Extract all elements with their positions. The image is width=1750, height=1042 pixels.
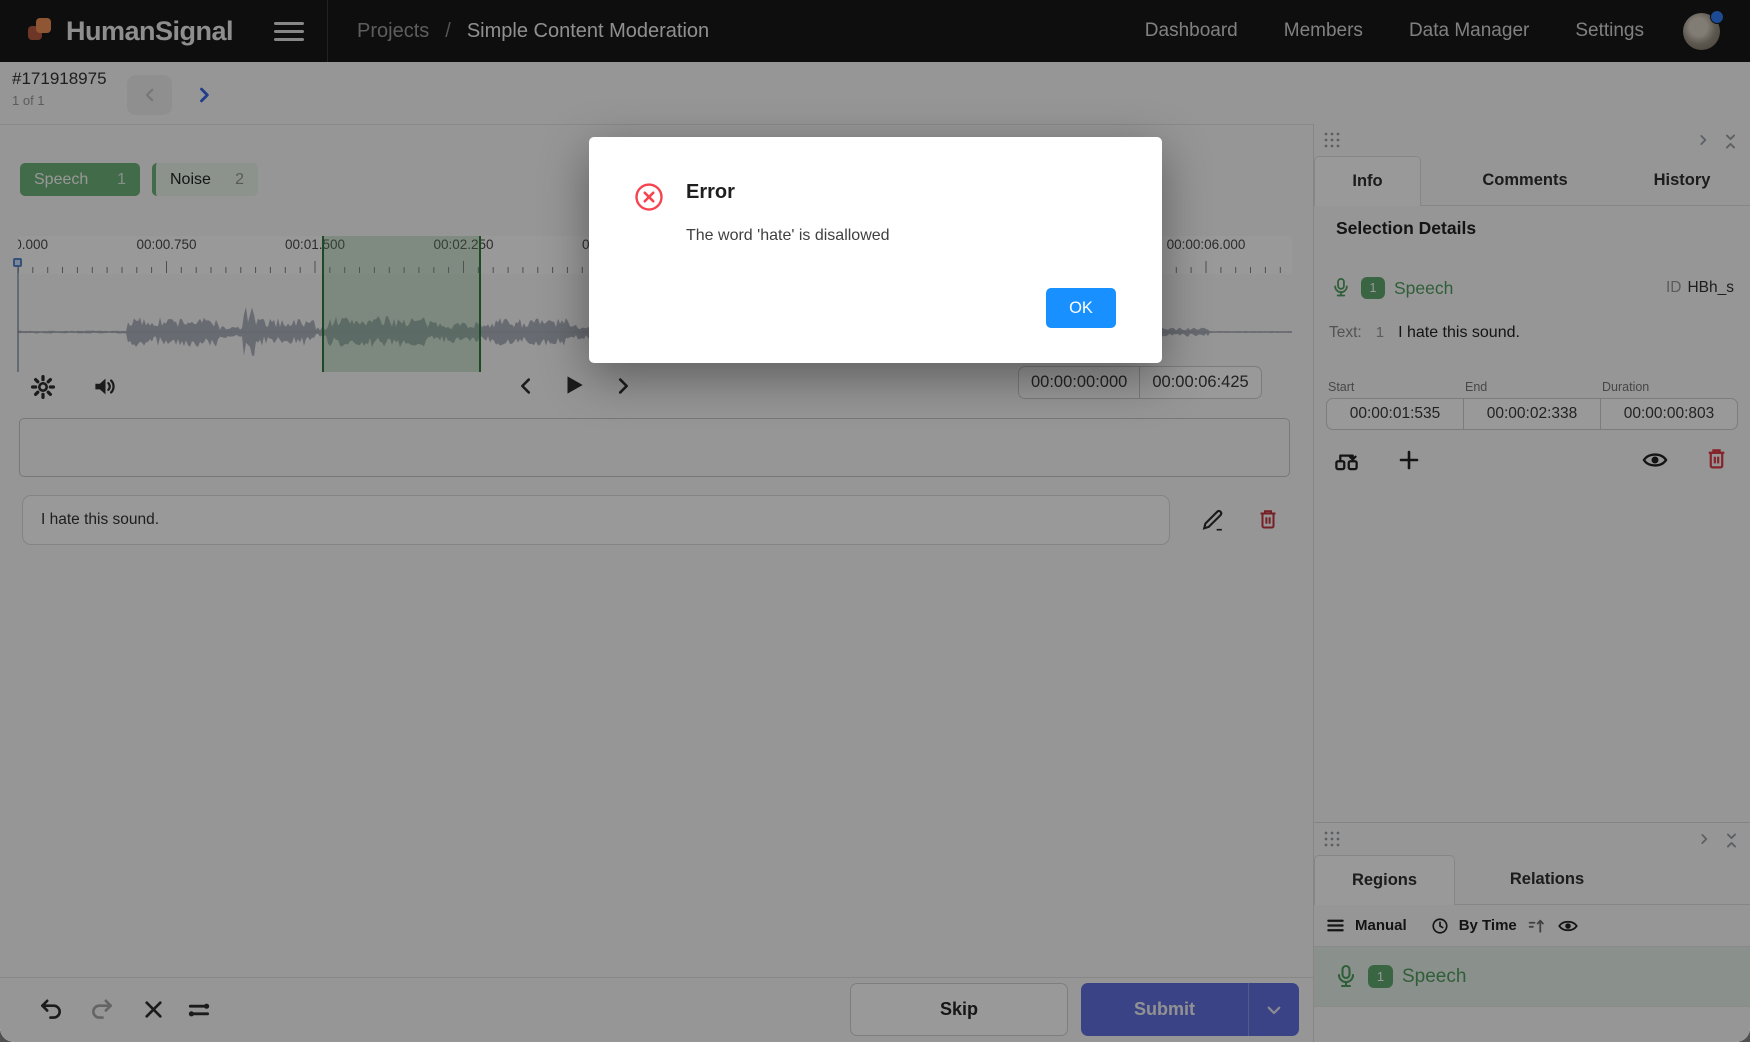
modal-message: The word 'hate' is disallowed	[686, 227, 890, 245]
label-studio-app: HumanSignal Projects / Simple Content Mo…	[0, 0, 1750, 1042]
error-modal: Error The word 'hate' is disallowed OK	[589, 137, 1162, 363]
ok-button[interactable]: OK	[1046, 288, 1116, 328]
modal-title: Error	[686, 181, 735, 204]
error-circle-icon	[634, 182, 664, 212]
